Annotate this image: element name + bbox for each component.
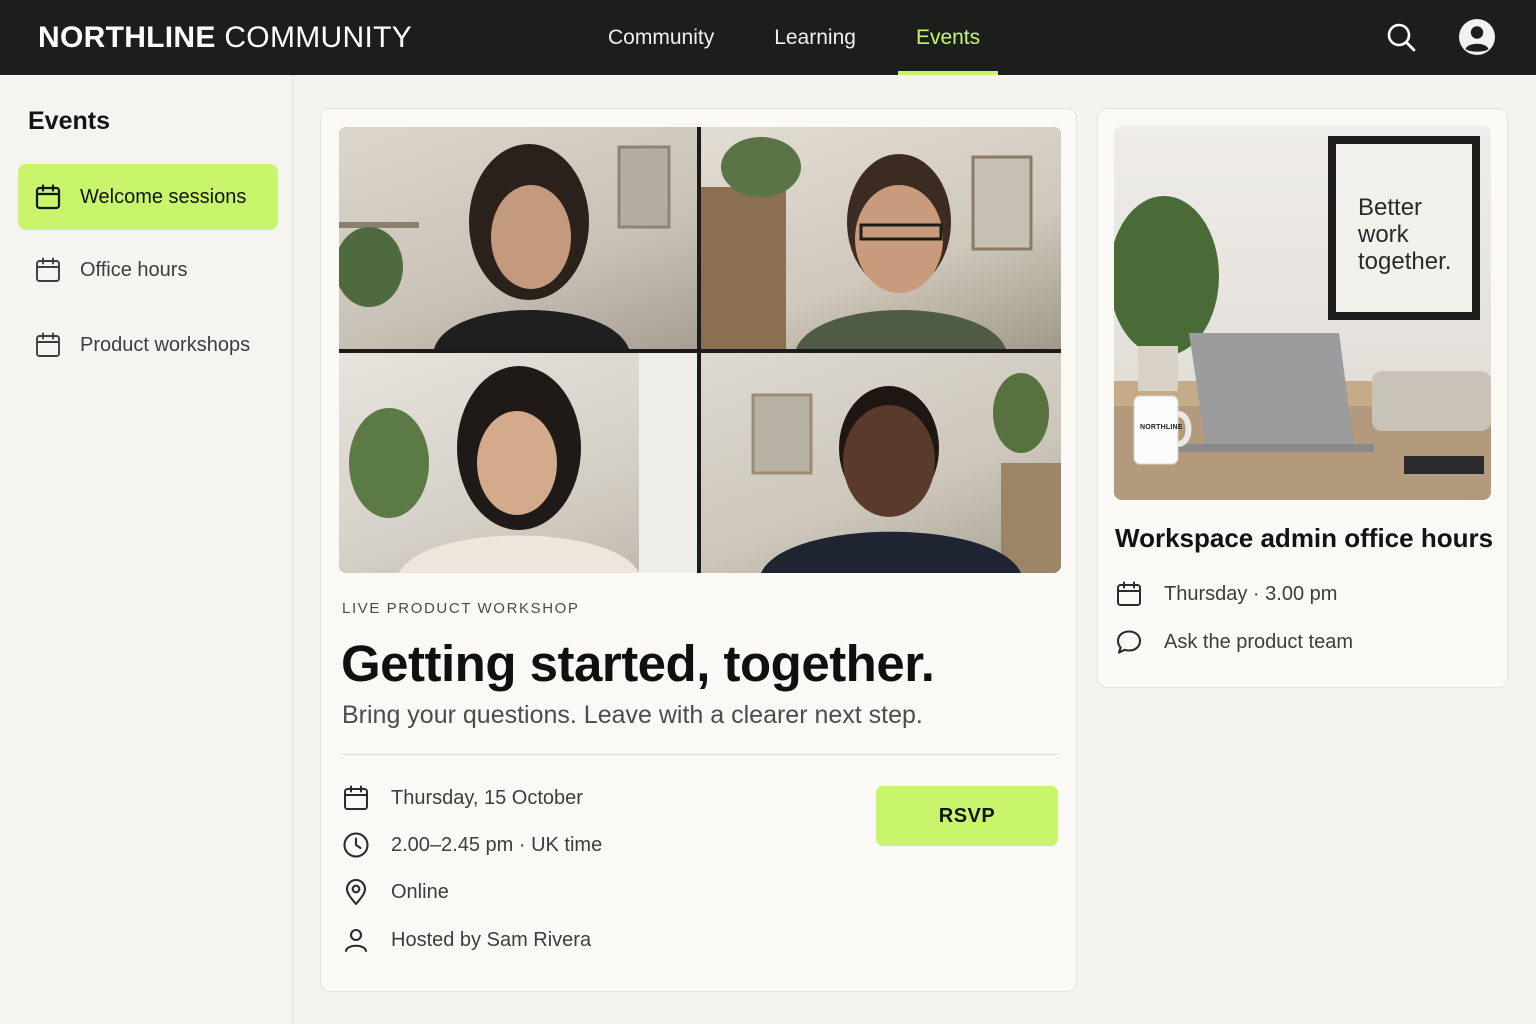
- sidebar-item-welcome-sessions[interactable]: Welcome sessions: [18, 164, 278, 230]
- side-event-ask: Ask the product team: [1164, 630, 1353, 653]
- sidebar-title: Events: [28, 107, 110, 135]
- event-location: Online: [391, 880, 449, 903]
- event-date: Thursday, 15 October: [391, 786, 583, 809]
- video-call-photo-grid: [339, 127, 1061, 573]
- event-time-row: 2.00–2.45 pm · UK time: [342, 829, 602, 861]
- event-host-row: Hosted by Sam Rivera: [342, 924, 591, 956]
- nav-item-label: Events: [915, 25, 981, 49]
- participant-photo: [339, 127, 697, 349]
- brand-name-light: COMMUNITY: [224, 21, 413, 54]
- side-event-when: Thursday · 3.00 pm: [1164, 582, 1338, 605]
- poster-text: Better work together.: [1358, 194, 1452, 275]
- brand-logo[interactable]: NORTHLINE COMMUNITY: [38, 20, 412, 56]
- event-title: Getting started, together.: [341, 635, 935, 692]
- location-pin-icon: [345, 878, 367, 906]
- rsvp-button[interactable]: RSVP: [876, 786, 1058, 846]
- calendar-icon: [36, 257, 60, 282]
- top-navigation-bar: NORTHLINE COMMUNITY Community Learning E…: [0, 0, 1536, 75]
- wall-poster: Better work together.: [1328, 136, 1480, 320]
- event-time: 2.00–2.45 pm · UK time: [391, 833, 603, 856]
- event-location-row: Online: [342, 876, 449, 908]
- chat-bubble-icon: [1116, 630, 1142, 654]
- sidebar-item-label: Product workshops: [80, 333, 251, 356]
- nav-item-learning[interactable]: Learning: [756, 0, 874, 75]
- nav-item-community[interactable]: Community: [590, 0, 732, 75]
- participant-photo: [701, 127, 1061, 349]
- active-tab-indicator: [897, 71, 999, 75]
- sidebar-item-label: Welcome sessions: [80, 185, 247, 208]
- calendar-icon: [344, 785, 368, 810]
- calendar-icon: [1117, 581, 1141, 606]
- clock-icon: [343, 832, 369, 858]
- workspace-photo: Better work together. NORTHLINE: [1114, 126, 1491, 500]
- side-event-ask-row: Ask the product team: [1115, 626, 1353, 658]
- mug-logo-text: NORTHLINE: [1140, 424, 1183, 431]
- sidebar-item-product-workshops[interactable]: Product workshops: [18, 312, 278, 378]
- search-icon[interactable]: [1382, 18, 1420, 56]
- brand-name-bold: NORTHLINE: [38, 21, 216, 54]
- calendar-icon: [36, 332, 60, 357]
- section-divider: [342, 754, 1058, 755]
- main-nav: Community Learning Events: [590, 0, 999, 75]
- side-event-title: Workspace admin office hours: [1115, 523, 1494, 553]
- sidebar-item-label: Office hours: [80, 258, 188, 281]
- account-icon[interactable]: [1458, 18, 1496, 56]
- person-icon: [344, 928, 368, 953]
- nav-item-label: Learning: [774, 25, 856, 49]
- event-date-row: Thursday, 15 October: [342, 782, 583, 814]
- event-subtitle: Bring your questions. Leave with a clear…: [342, 701, 923, 729]
- featured-event-card: LIVE PRODUCT WORKSHOP Getting started, t…: [320, 108, 1077, 992]
- event-category-label: LIVE PRODUCT WORKSHOP: [342, 600, 580, 617]
- nav-item-label: Community: [608, 25, 715, 49]
- nav-item-events[interactable]: Events: [897, 0, 999, 75]
- events-sidebar: Events Welcome sessions Office hours Pro…: [0, 75, 293, 1024]
- participant-photo: [701, 353, 1061, 573]
- side-event-when-row: Thursday · 3.00 pm: [1115, 578, 1337, 610]
- sidebar-item-office-hours[interactable]: Office hours: [18, 237, 278, 303]
- event-host: Hosted by Sam Rivera: [391, 928, 592, 951]
- participant-photo: [339, 353, 697, 573]
- side-event-card[interactable]: Better work together. NORTHLINE Workspac…: [1097, 108, 1508, 688]
- calendar-icon: [35, 184, 61, 210]
